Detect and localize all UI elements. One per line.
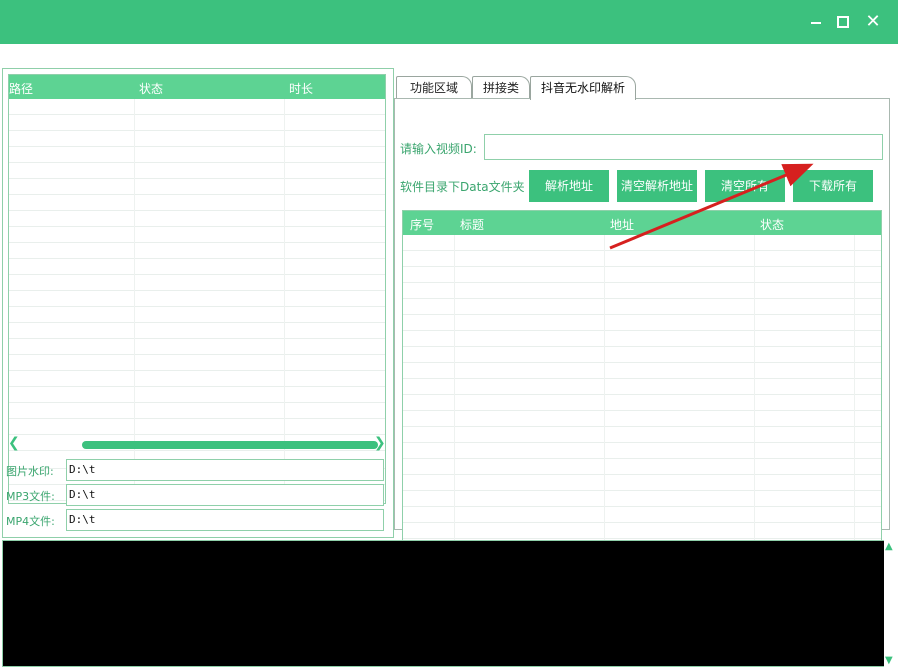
scroll-down-icon[interactable]: ▼ (885, 655, 893, 666)
console-scrollbar[interactable]: ▲ ▼ (884, 540, 896, 667)
close-icon: ✕ (865, 11, 881, 32)
parse-address-button[interactable]: 解析地址 (529, 170, 609, 202)
scroll-right-icon[interactable]: ❯ (374, 435, 386, 451)
title-bar: ✕ (0, 0, 898, 44)
grid-header: 路径 状态 时长 (9, 75, 385, 99)
file-grid[interactable]: 路径 状态 时长 (8, 74, 386, 456)
watermark-path-label: 图片水印: (6, 465, 54, 478)
mp3-path-field[interactable]: D:\t (66, 484, 384, 506)
minimize-button[interactable] (803, 10, 829, 34)
column-state[interactable]: 状态 (760, 216, 784, 233)
clear-parsed-button[interactable]: 清空解析地址 (617, 170, 697, 202)
tab-container: 功能区域 拼接类 抖音无水印解析 请输入视频ID: 软件目录下Data文件夹 解… (394, 76, 894, 546)
clear-all-button[interactable]: 清空所有 (705, 170, 785, 202)
watermark-path-field[interactable]: D:\t (66, 459, 384, 481)
tab-panel-douyin: 请输入视频ID: 软件目录下Data文件夹 解析地址 清空解析地址 清空所有 下… (394, 98, 890, 546)
video-grid-header: 序号 标题 地址 状态 (403, 211, 881, 235)
column-address[interactable]: 地址 (610, 216, 634, 233)
scroll-up-icon[interactable]: ▲ (885, 541, 893, 552)
column-duration[interactable]: 时长 (289, 80, 313, 97)
column-index[interactable]: 序号 (410, 216, 434, 233)
minimize-icon (811, 22, 821, 24)
tab-splice[interactable]: 拼接类 (472, 76, 530, 99)
video-id-input[interactable] (484, 134, 883, 160)
column-path[interactable]: 路径 (9, 80, 33, 97)
mp4-path-field[interactable]: D:\t (66, 509, 384, 531)
tab-functions-label: 功能区域 (409, 81, 458, 95)
video-list-grid[interactable]: 序号 标题 地址 状态 (402, 210, 882, 546)
download-all-button[interactable]: 下载所有 (793, 170, 873, 202)
grid-rows (9, 99, 385, 455)
horizontal-scrollbar[interactable]: ❮ ❯ (8, 435, 386, 452)
scroll-left-icon[interactable]: ❮ (8, 435, 20, 451)
maximize-icon (837, 16, 849, 28)
scroll-thumb[interactable] (82, 441, 378, 449)
column-title[interactable]: 标题 (460, 216, 484, 233)
mp3-path-label: MP3文件: (6, 490, 55, 503)
video-id-label: 请输入视频ID: (400, 142, 477, 156)
tab-douyin-parse[interactable]: 抖音无水印解析 (530, 76, 636, 100)
mp4-path-label: MP4文件: (6, 515, 55, 528)
close-button[interactable]: ✕ (860, 10, 886, 34)
maximize-button[interactable] (830, 10, 856, 34)
column-status[interactable]: 状态 (139, 80, 163, 97)
video-grid-rows (403, 235, 881, 545)
log-console[interactable] (2, 540, 896, 667)
tab-splice-label: 拼接类 (482, 81, 519, 95)
tab-douyin-label: 抖音无水印解析 (540, 81, 625, 95)
data-folder-label: 软件目录下Data文件夹 (400, 180, 525, 194)
tab-functions[interactable]: 功能区域 (396, 76, 472, 99)
left-panel: 路径 状态 时长 ❮ ❯ 图片水印: D:\t MP3文件: D:\t MP4文… (2, 68, 394, 538)
